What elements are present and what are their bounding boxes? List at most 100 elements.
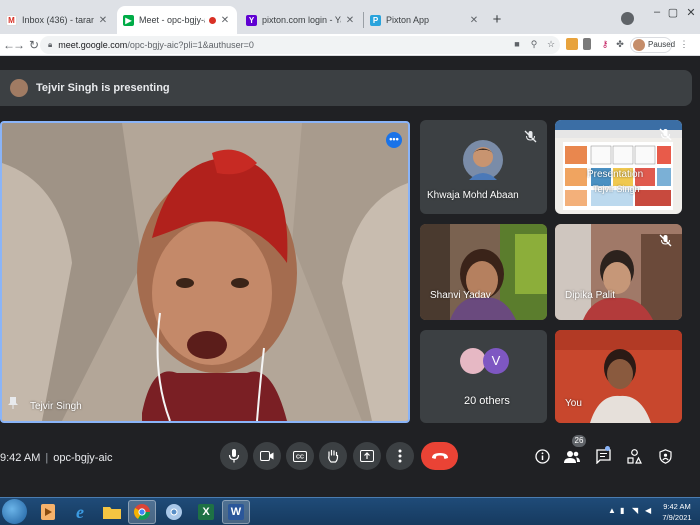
new-tab-button[interactable]: + xyxy=(489,12,505,28)
profile-button[interactable]: Paused xyxy=(630,37,676,53)
url-path: /opc-bgjy-aic?pli=1&authuser=0 xyxy=(127,40,254,50)
gmail-icon: M xyxy=(6,14,17,26)
host-controls-icon[interactable] xyxy=(657,448,673,464)
camera-icon xyxy=(260,451,274,461)
minimize-icon[interactable]: – xyxy=(650,6,664,18)
menu-kebab-icon[interactable]: ⋮ xyxy=(678,38,690,50)
chrome-alt-icon[interactable] xyxy=(160,500,188,524)
activities-icon[interactable] xyxy=(626,448,642,464)
start-button[interactable] xyxy=(2,499,27,524)
media-control-icon[interactable] xyxy=(621,12,634,25)
participant-tile-dipika[interactable]: Dipika Palit xyxy=(555,224,682,320)
profile-status: Paused xyxy=(648,40,676,49)
extension-icon[interactable] xyxy=(583,38,591,50)
tab-pixton[interactable]: P Pixton App ✕ xyxy=(364,6,486,34)
chat-notification-dot xyxy=(605,446,610,451)
avatar: V xyxy=(483,348,509,374)
camera-button[interactable] xyxy=(253,442,281,470)
extension-download-icon[interactable] xyxy=(566,38,578,50)
separator: | xyxy=(45,452,49,464)
participant-tile-others[interactable]: V 20 others xyxy=(420,330,547,423)
participant-name: Shanvi Yadav xyxy=(430,290,491,301)
participant-tile-presentation[interactable]: Presentation Tejvir Singh xyxy=(555,120,682,214)
tab-label: Meet - opc-bgjy-aic xyxy=(139,15,205,25)
meeting-details-icon[interactable] xyxy=(534,448,550,464)
taskbar-date: 7/9/2021 xyxy=(662,513,692,522)
network-icon[interactable]: ▮ xyxy=(620,506,624,515)
present-screen-button[interactable] xyxy=(353,442,381,470)
hang-up-icon xyxy=(431,453,448,459)
people-icon[interactable] xyxy=(564,448,580,464)
extensions-puzzle-icon[interactable]: ✤ xyxy=(614,38,626,50)
presenter-name: Tejvir Singh xyxy=(593,184,640,194)
self-video xyxy=(555,330,682,423)
internet-explorer-icon[interactable]: e xyxy=(66,500,94,524)
mic-off-icon xyxy=(659,128,672,141)
browser-tab-strip: M Inbox (436) - tarannum@theindi ✕ ▶ Mee… xyxy=(0,0,700,34)
tray-arrow-icon[interactable]: ▲ xyxy=(608,506,616,515)
close-icon[interactable]: ✕ xyxy=(344,15,356,26)
presenting-text: Tejvir Singh is presenting xyxy=(36,82,170,94)
recording-indicator-icon xyxy=(209,16,216,24)
media-player-icon[interactable] xyxy=(34,500,62,524)
participant-name: Dipika Palit xyxy=(565,290,616,301)
reload-icon[interactable]: ↻ xyxy=(27,37,41,53)
pin-icon[interactable] xyxy=(8,397,18,409)
pixton-icon: P xyxy=(370,14,381,26)
tab-meet[interactable]: ▶ Meet - opc-bgjy-aic ✕ xyxy=(117,6,237,34)
main-speaker-tile[interactable]: ••• Tejvir Singh xyxy=(0,121,410,423)
participant-name: You xyxy=(565,398,582,409)
microphone-button[interactable] xyxy=(220,442,248,470)
tab-yahoo[interactable]: Y pixton.com login - Yahoo India S ✕ xyxy=(240,6,362,34)
raise-hand-button[interactable] xyxy=(319,442,347,470)
word-icon[interactable]: W xyxy=(222,500,250,524)
chrome-icon[interactable] xyxy=(128,500,156,524)
meet-icon: ▶ xyxy=(123,14,134,26)
participant-tile-self[interactable]: You xyxy=(555,330,682,423)
taskbar-time: 9:42 AM xyxy=(663,502,691,511)
svg-text:CC: CC xyxy=(296,454,304,460)
address-bar[interactable]: 🔒︎ meet.google.com/opc-bgjy-aic?pli=1&au… xyxy=(40,36,560,54)
lock-icon: 🔒︎ xyxy=(48,40,53,49)
participant-name: Khwaja Mohd Abaan xyxy=(427,190,519,201)
window-close-icon[interactable]: ✕ xyxy=(684,6,698,19)
participant-tile-khwaja[interactable]: Khwaja Mohd Abaan xyxy=(420,120,547,214)
hand-icon xyxy=(328,449,339,463)
meeting-info: 9:42 AM | opc-bgjy-aic xyxy=(0,452,113,464)
file-explorer-icon[interactable] xyxy=(98,500,126,524)
participant-tile-shanvi[interactable]: Shanvi Yadav xyxy=(420,224,547,320)
avatar xyxy=(463,140,503,180)
zoom-icon[interactable]: ⚲ xyxy=(528,38,540,50)
wifi-icon[interactable]: ◥ xyxy=(632,506,638,515)
forward-icon[interactable]: → xyxy=(12,37,26,53)
yahoo-icon: Y xyxy=(246,14,257,26)
meeting-code: opc-bgjy-aic xyxy=(53,452,113,464)
volume-icon[interactable]: ◀ xyxy=(645,506,651,515)
browser-toolbar: ← → ↻ 🔒︎ meet.google.com/opc-bgjy-aic?pl… xyxy=(0,34,700,56)
windows-taskbar: e X W ▲ ▮ ◥ ◀ 9:42 AM 7/9/2021 xyxy=(0,497,700,525)
tab-label: Pixton App xyxy=(386,15,430,25)
captions-icon: CC xyxy=(293,450,307,462)
mic-off-icon xyxy=(524,130,537,143)
camera-in-use-icon[interactable]: ■ xyxy=(511,38,523,50)
avatar xyxy=(633,39,645,51)
maximize-icon[interactable]: ▢ xyxy=(666,6,680,19)
captions-button[interactable]: CC xyxy=(286,442,314,470)
speaker-video xyxy=(2,123,408,421)
tab-label: pixton.com login - Yahoo India S xyxy=(262,15,341,25)
close-icon[interactable]: ✕ xyxy=(468,15,480,26)
bookmark-star-icon[interactable]: ☆ xyxy=(545,38,557,50)
tab-label: Inbox (436) - tarannum@theindi xyxy=(22,15,94,25)
close-icon[interactable]: ✕ xyxy=(97,15,109,26)
excel-icon[interactable]: X xyxy=(192,500,220,524)
close-icon[interactable]: ✕ xyxy=(219,15,231,26)
tab-gmail[interactable]: M Inbox (436) - tarannum@theindi ✕ xyxy=(0,6,115,34)
more-options-icon[interactable]: ••• xyxy=(386,132,402,148)
speaker-name: Tejvir Singh xyxy=(30,401,82,412)
participant-video xyxy=(420,224,547,320)
taskbar-clock[interactable]: 9:42 AM 7/9/2021 xyxy=(660,501,694,523)
extension-key-icon[interactable]: ⚷ xyxy=(599,38,611,50)
meeting-time: 9:42 AM xyxy=(0,452,41,464)
end-call-button[interactable] xyxy=(421,442,458,470)
more-options-button[interactable] xyxy=(386,442,414,470)
